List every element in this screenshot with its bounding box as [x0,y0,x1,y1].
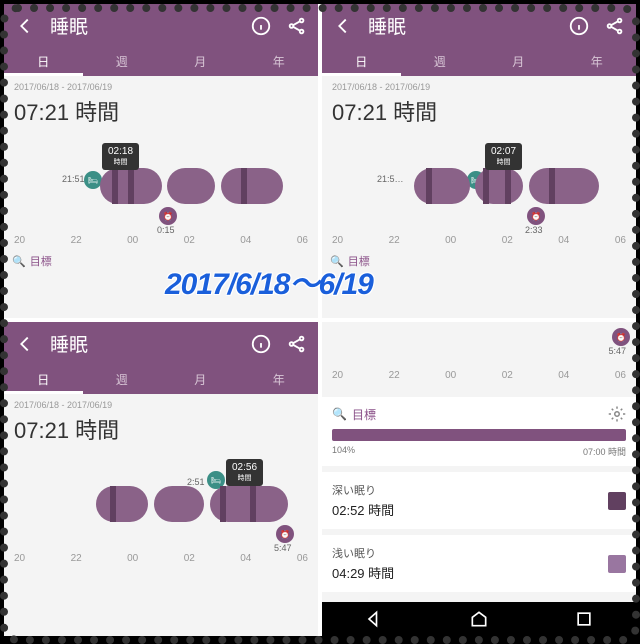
share-icon[interactable] [604,15,626,37]
deep-swatch [608,492,626,510]
tab-day[interactable]: 日 [4,47,83,76]
goal-label: 目標 [352,406,376,423]
app-title: 睡眠 [368,12,554,39]
tab-week[interactable]: 週 [401,47,480,76]
tooltip: 02:18時間 [102,143,139,170]
sleep-segment[interactable] [221,168,283,204]
app-bar: 睡眠 [4,4,318,47]
start-time: 21:51 [62,174,85,184]
tab-day[interactable]: 日 [322,47,401,76]
sleep-segment[interactable] [154,486,204,522]
goal-section: 🔍 目標 104% 07:00 時間 [322,397,636,466]
app-title: 睡眠 [50,330,236,357]
tooltip: 02:07時間 [485,143,522,170]
back-icon[interactable] [14,333,36,355]
tab-year[interactable]: 年 [240,365,319,394]
sleep-chart[interactable]: 21:5… 🛏 02:07時間 ⏰ 2:33 [322,141,636,231]
tabs: 日 週 月 年 [4,365,318,394]
tab-week[interactable]: 週 [83,365,162,394]
share-icon[interactable] [286,15,308,37]
tab-month[interactable]: 月 [161,365,240,394]
info-icon[interactable] [250,15,272,37]
app-title: 睡眠 [50,12,236,39]
share-icon[interactable] [286,333,308,355]
tab-year[interactable]: 年 [558,47,637,76]
tabs: 日 週 月 年 [4,47,318,76]
goal-progress [332,429,626,441]
nav-back-icon[interactable] [364,609,384,629]
app-bar: 睡眠 [322,4,636,47]
nav-home-icon[interactable] [469,609,489,629]
sleep-chart[interactable]: 2:51 🛏 02:56時間 ⏰ 5:47 [4,459,318,549]
panel-bottom-right: ⏰ 5:47 202200020406 🔍 目標 104% 07:00 時間 深… [322,322,636,636]
alarm-time: 5:47 [274,543,292,553]
goal-row[interactable]: 🔍目標 [322,250,636,272]
sleep-segment[interactable] [210,486,288,522]
date-range: 2017/06/18 - 2017/06/19 [4,394,318,410]
goal-row[interactable]: 🔍目標 [4,250,318,272]
start-time: 21:5… [377,174,404,184]
alarm-icon: ⏰ [159,207,177,225]
time-axis: 202200020406 [4,549,318,568]
tabs: 日 週 月 年 [322,47,636,76]
tab-year[interactable]: 年 [240,47,319,76]
date-range: 2017/06/18 - 2017/06/19 [322,76,636,92]
tab-day[interactable]: 日 [4,365,83,394]
deep-sleep-label: 深い眠り [332,482,608,498]
sleep-segment[interactable] [96,486,148,522]
alarm-icon: ⏰ [276,525,294,543]
app-bar: 睡眠 [4,322,318,365]
panel-top-left: 睡眠 日 週 月 年 2017/06/18 - 2017/06/19 07:21… [4,4,318,318]
light-swatch [608,555,626,573]
panel-bottom-left: 睡眠 日 週 月 年 2017/06/18 - 2017/06/19 07:21… [4,322,318,636]
sleep-segment[interactable] [529,168,599,204]
goal-percent: 104% [332,445,355,458]
light-sleep-value: 04:29 時間 [332,563,608,582]
goal-target: 07:00 時間 [583,445,626,458]
android-nav [322,602,636,636]
deep-sleep-value: 02:52 時間 [332,500,608,519]
goal-icon: 🔍 [12,255,26,268]
tab-week[interactable]: 週 [83,47,162,76]
tab-month[interactable]: 月 [161,47,240,76]
deep-sleep-row[interactable]: 深い眠り 02:52 時間 [322,472,636,529]
panel-top-right: 睡眠 日 週 月 年 2017/06/18 - 2017/06/19 07:21… [322,4,636,318]
info-icon[interactable] [250,333,272,355]
back-icon[interactable] [332,15,354,37]
sleep-segment[interactable] [100,168,162,204]
sleep-chart[interactable]: 21:51 🛏 02:18時間 ⏰ 0:15 [4,141,318,231]
light-sleep-row[interactable]: 浅い眠り 04:29 時間 [322,535,636,592]
time-axis: 202200020406 [322,356,636,387]
total-sleep: 07:21 時間 [322,92,636,135]
date-range: 2017/06/18 - 2017/06/19 [4,76,318,92]
nav-recent-icon[interactable] [574,609,594,629]
gear-icon[interactable] [608,405,626,423]
total-sleep: 07:21 時間 [4,410,318,453]
sleep-segment[interactable] [167,168,215,204]
tab-month[interactable]: 月 [479,47,558,76]
goal-icon: 🔍 [332,407,347,421]
alarm-icon: ⏰ [612,328,630,346]
alarm-time: 0:15 [157,225,175,235]
total-sleep: 07:21 時間 [4,92,318,135]
sleep-segment[interactable] [414,168,470,204]
time-axis: 202200020406 [322,231,636,250]
alarm-time: 5:47 [322,346,626,356]
goal-icon: 🔍 [330,255,344,268]
alarm-time: 2:33 [525,225,543,235]
info-icon[interactable] [568,15,590,37]
back-icon[interactable] [14,15,36,37]
tooltip: 02:56時間 [226,459,263,486]
light-sleep-label: 浅い眠り [332,545,608,561]
alarm-icon: ⏰ [527,207,545,225]
